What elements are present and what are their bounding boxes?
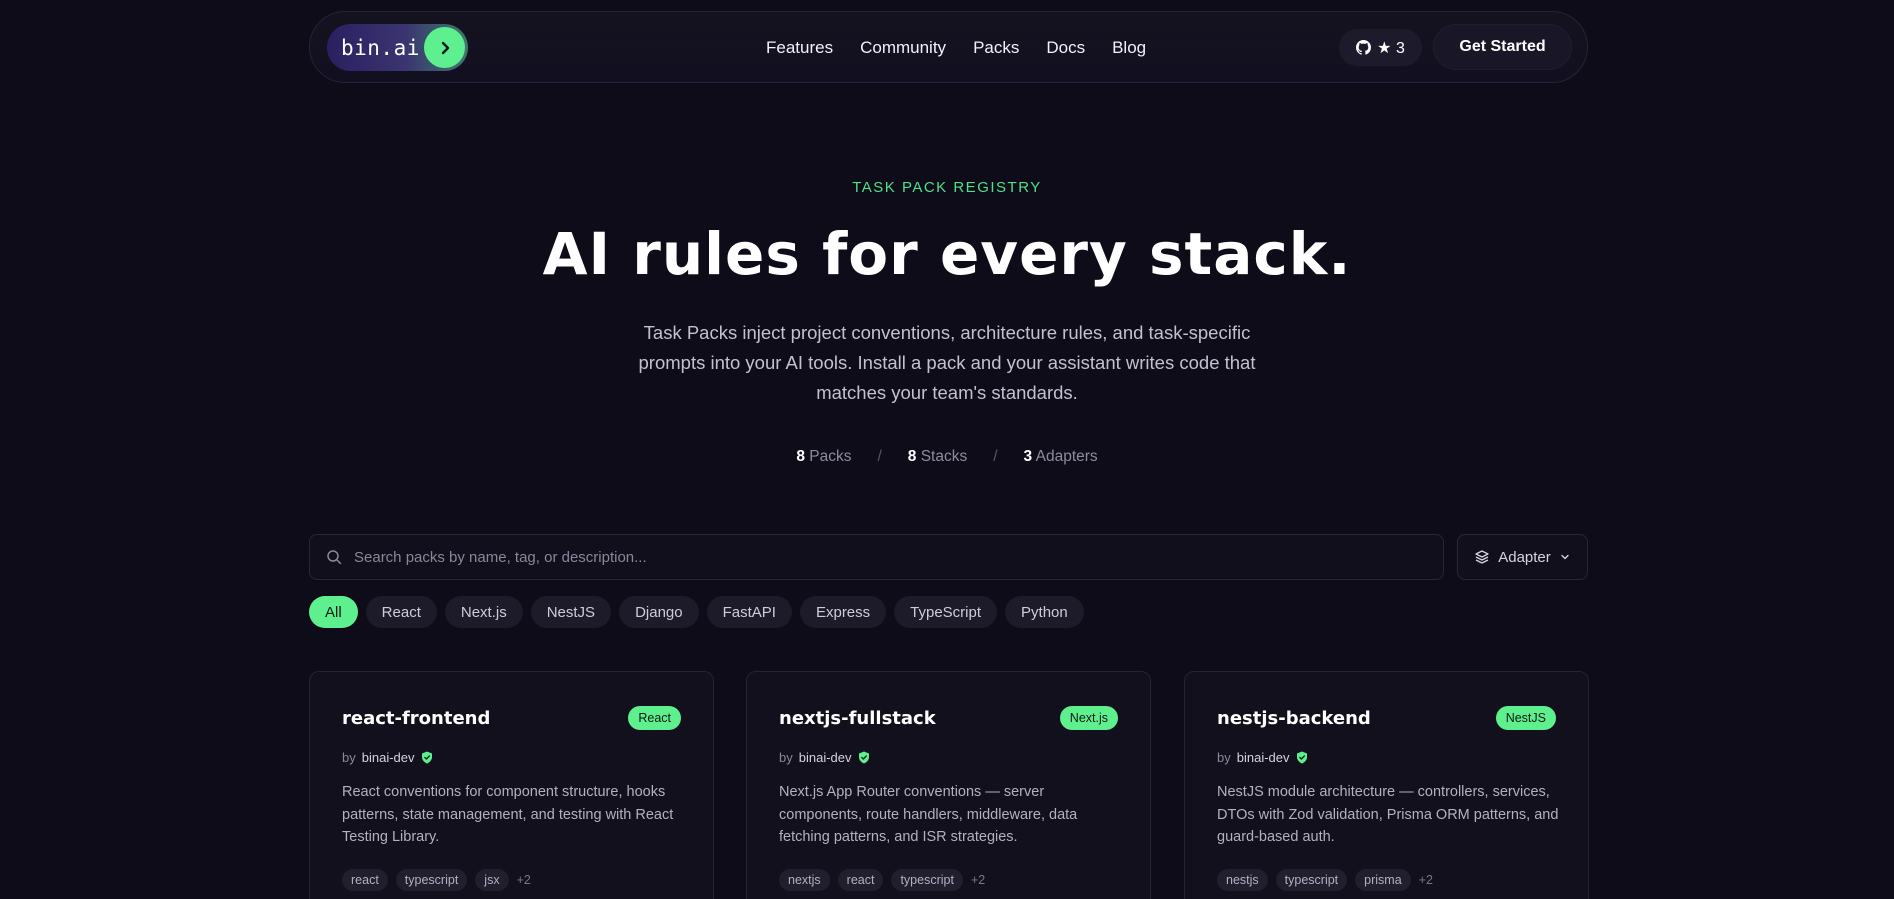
filter-chip-all[interactable]: All (309, 596, 358, 628)
pack-author: by binai-dev (779, 750, 870, 765)
pack-card[interactable]: react-frontend React by binai-dev React … (309, 671, 714, 899)
stat-packs-label: Packs (809, 448, 852, 465)
nav-link-community[interactable]: Community (860, 38, 946, 58)
pack-description: React conventions for component structur… (342, 784, 674, 845)
stack-badge: React (628, 706, 681, 730)
adapter-label: Adapter (1498, 548, 1551, 566)
by-label: by (1217, 750, 1231, 765)
pack-description: NestJS module architecture — controllers… (1217, 784, 1559, 845)
pack-tags: nextjs react typescript +2 (779, 869, 985, 891)
github-icon (1356, 40, 1372, 55)
pack-tags: react typescript jsx +2 (342, 869, 531, 891)
nav-link-features[interactable]: Features (766, 38, 833, 58)
search-icon (326, 549, 342, 565)
filter-chip-typescript[interactable]: TypeScript (894, 596, 998, 628)
pack-description: Next.js App Router conventions — server … (779, 784, 1078, 845)
stat-adapters-value: 3 (1023, 448, 1033, 465)
logo-text: bin.ai (341, 35, 420, 60)
stats-row: 8 Packs / 8 Stacks / 3 Adapters (0, 448, 1894, 466)
layers-icon (1474, 549, 1490, 565)
verified-shield-icon (858, 751, 870, 764)
pack-card[interactable]: nextjs-fullstack Next.js by binai-dev Ne… (746, 671, 1151, 899)
stat-stacks: 8 Stacks (908, 448, 967, 466)
verified-shield-icon (1296, 751, 1308, 764)
adapter-dropdown[interactable]: Adapter (1457, 534, 1588, 580)
stack-filter-chips: All React Next.js NestJS Django FastAPI … (309, 596, 1084, 628)
more-tags-count: +2 (1418, 873, 1433, 887)
top-navbar: bin.ai Features Community Packs Docs Blo… (309, 11, 1588, 83)
tag: nestjs (1217, 869, 1268, 891)
by-label: by (779, 750, 793, 765)
more-tags-count: +2 (970, 873, 986, 887)
pack-title[interactable]: nestjs-backend (1217, 708, 1371, 729)
stat-adapters-label: Adapters (1035, 448, 1098, 465)
author-name[interactable]: binai-dev (362, 750, 415, 765)
author-name[interactable]: binai-dev (1237, 750, 1290, 765)
more-tags-count: +2 (516, 873, 531, 887)
pack-title[interactable]: nextjs-fullstack (779, 708, 936, 729)
nav-links: Features Community Packs Docs Blog (766, 12, 1173, 84)
pack-tags: nestjs typescript prisma +2 (1217, 869, 1433, 891)
pack-author: by binai-dev (1217, 750, 1308, 765)
stack-badge: Next.js (1059, 706, 1118, 730)
verified-shield-icon (421, 751, 433, 764)
get-started-button[interactable]: Get Started (1433, 24, 1572, 70)
chevron-down-icon (1559, 551, 1571, 563)
nav-link-blog[interactable]: Blog (1112, 38, 1146, 58)
by-label: by (342, 750, 356, 765)
search-box (309, 534, 1444, 580)
filter-chip-django[interactable]: Django (619, 596, 699, 628)
github-star-count: ★ 3 (1377, 39, 1405, 57)
tag: jsx (475, 869, 509, 891)
author-name[interactable]: binai-dev (799, 750, 852, 765)
nav-link-docs[interactable]: Docs (1046, 38, 1085, 58)
tag: typescript (891, 869, 963, 891)
pack-author: by binai-dev (342, 750, 433, 765)
filter-chip-python[interactable]: Python (1005, 596, 1084, 628)
hero-title: AI rules for every stack. (542, 220, 1352, 288)
hero-eyebrow: TASK PACK REGISTRY (852, 179, 1042, 196)
github-stars-button[interactable]: ★ 3 (1339, 29, 1422, 66)
stat-packs-value: 8 (796, 448, 805, 465)
stack-badge: NestJS (1495, 706, 1556, 730)
filter-chip-nextjs[interactable]: Next.js (444, 596, 523, 628)
nav-link-packs[interactable]: Packs (973, 38, 1019, 58)
stat-separator: / (993, 448, 998, 465)
tag: typescript (1275, 869, 1348, 891)
tag: nextjs (779, 869, 830, 891)
filter-chip-nestjs[interactable]: NestJS (530, 596, 612, 628)
tag: prisma (1355, 869, 1411, 891)
search-input[interactable] (354, 548, 1443, 566)
tag: react (342, 869, 388, 891)
filter-chip-react[interactable]: React (365, 596, 437, 628)
stat-stacks-value: 8 (907, 448, 917, 465)
filter-chip-fastapi[interactable]: FastAPI (706, 596, 792, 628)
stat-adapters: 3 Adapters (1024, 448, 1098, 466)
filter-chip-express[interactable]: Express (799, 596, 887, 628)
stat-stacks-label: Stacks (920, 448, 968, 465)
stat-separator: / (877, 448, 882, 465)
stat-packs: 8 Packs (796, 448, 851, 466)
chevron-right-icon (424, 27, 465, 68)
tag: typescript (395, 869, 468, 891)
pack-title[interactable]: react-frontend (342, 708, 490, 729)
logo[interactable]: bin.ai (327, 24, 468, 71)
tag: react (837, 869, 884, 891)
pack-card[interactable]: nestjs-backend NestJS by binai-dev NestJ… (1184, 671, 1589, 899)
hero-subtitle: Task Packs inject project conventions, a… (638, 322, 1256, 403)
